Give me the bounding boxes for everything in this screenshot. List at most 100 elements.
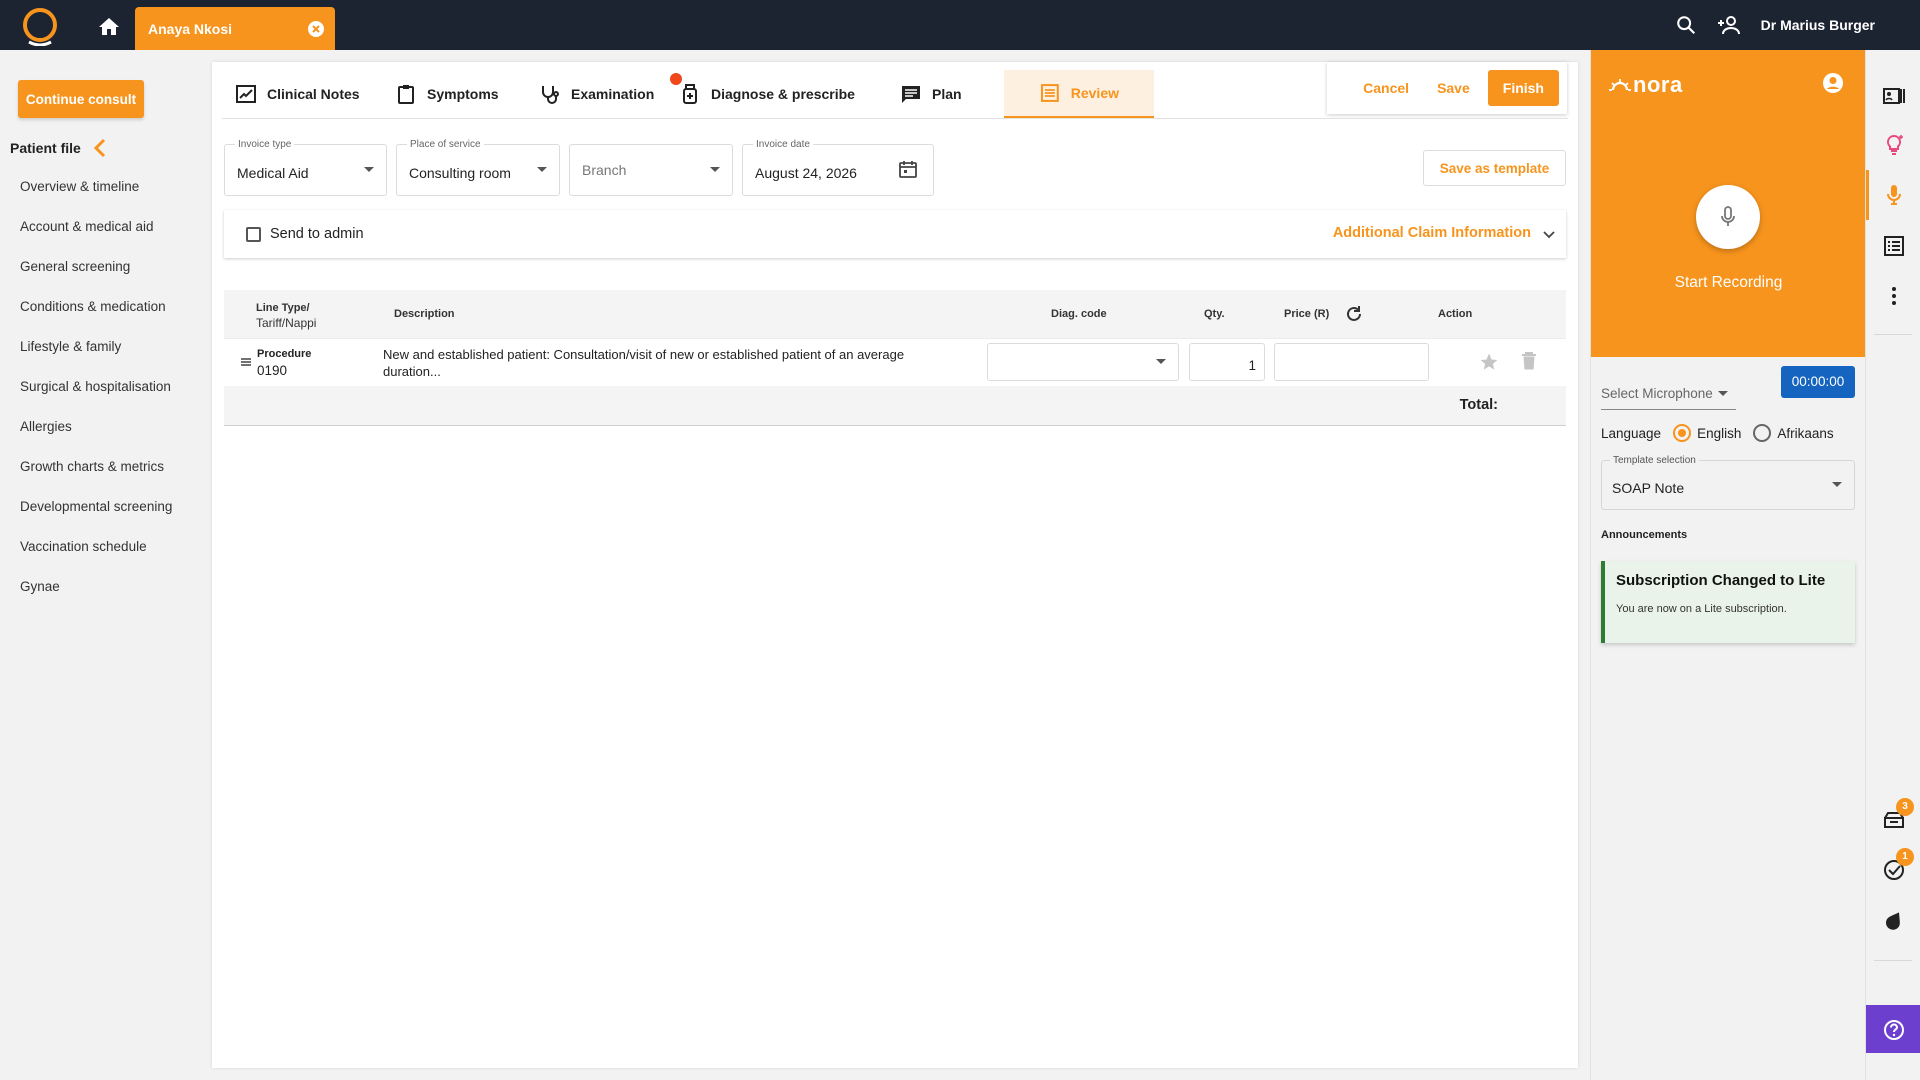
start-recording-label: Start Recording — [1674, 274, 1783, 291]
continue-consult-button[interactable]: Continue consult — [18, 80, 144, 118]
close-tab-icon[interactable] — [307, 20, 325, 38]
save-as-template-button[interactable]: Save as template — [1423, 150, 1566, 186]
drag-handle-icon[interactable] — [240, 357, 252, 367]
col-description: Description — [394, 308, 455, 320]
branch-select[interactable]: Branch — [569, 144, 733, 196]
line-type: Procedure — [257, 348, 312, 360]
tab-plan-label: Plan — [932, 86, 962, 102]
line-description-more: duration... — [383, 364, 441, 379]
invoice-type-select[interactable]: Invoice type Medical Aid — [224, 139, 387, 196]
sidebar-item-conditions[interactable]: Conditions & medication — [20, 297, 172, 337]
sunrise-icon — [1609, 79, 1631, 91]
tab-diagnose-prescribe[interactable]: Diagnose & prescribe — [679, 70, 855, 118]
id-card-icon[interactable] — [1882, 84, 1906, 108]
tasks-badge: 1 — [1896, 848, 1914, 866]
sidebar-item-allergies[interactable]: Allergies — [20, 417, 172, 457]
delete-icon[interactable] — [1520, 351, 1538, 371]
announcement-card: Subscription Changed to Lite You are now… — [1601, 561, 1855, 643]
template-selection-label: Template selection — [1610, 455, 1699, 466]
drop-icon[interactable] — [1882, 908, 1906, 932]
template-selection-dropdown[interactable]: Template selection SOAP Note — [1601, 455, 1855, 510]
save-button[interactable]: Save — [1427, 72, 1480, 104]
medicine-icon — [683, 84, 697, 104]
patient-file-label: Patient file — [10, 140, 81, 156]
sidebar-item-account[interactable]: Account & medical aid — [20, 217, 172, 257]
additional-claim-link[interactable]: Additional Claim Information — [1333, 225, 1531, 241]
tab-examination[interactable]: Examination — [539, 70, 654, 118]
calendar-icon[interactable] — [898, 159, 918, 179]
start-recording-button[interactable] — [1696, 185, 1760, 249]
tab-symptoms[interactable]: Symptoms — [395, 70, 499, 118]
nora-logo: nora — [1609, 72, 1683, 98]
col-diag-code: Diag. code — [1051, 308, 1107, 320]
sidebar-item-surgical[interactable]: Surgical & hospitalisation — [20, 377, 172, 417]
patient-file-nav: Overview & timeline Account & medical ai… — [20, 177, 172, 617]
chat-icon — [902, 86, 920, 103]
tab-review-label: Review — [1070, 85, 1119, 101]
tab-symptoms-label: Symptoms — [427, 86, 499, 102]
lightbulb-icon[interactable] — [1882, 133, 1906, 157]
col-price: Price (R) — [1284, 308, 1330, 320]
template-selection-value: SOAP Note — [1612, 480, 1685, 496]
send-to-admin-row: Send to admin Additional Claim Informati… — [224, 210, 1566, 258]
branch-placeholder: Branch — [582, 162, 627, 178]
price-input[interactable] — [1274, 343, 1429, 381]
send-to-admin-checkbox[interactable] — [246, 227, 261, 242]
sidebar-item-general-screening[interactable]: General screening — [20, 257, 172, 297]
sidebar-item-growth-charts[interactable]: Growth charts & metrics — [20, 457, 172, 497]
radio-english[interactable] — [1673, 424, 1692, 442]
language-selector: Language English Afrikaans — [1601, 424, 1834, 442]
patient-tab[interactable]: Anaya Nkosi — [135, 7, 335, 50]
add-user-icon[interactable] — [1717, 14, 1741, 36]
diag-code-select[interactable] — [987, 343, 1179, 381]
star-icon[interactable] — [1479, 352, 1499, 372]
finish-button[interactable]: Finish — [1487, 70, 1559, 106]
announcements-heading: Announcements — [1601, 529, 1688, 541]
sidebar-item-vaccination[interactable]: Vaccination schedule — [20, 537, 172, 577]
list-icon[interactable] — [1882, 234, 1906, 258]
qty-input[interactable]: 1 — [1189, 343, 1265, 381]
chevron-down-icon[interactable] — [1542, 228, 1556, 242]
invoice-date-field[interactable]: Invoice date August 24, 2026 — [742, 139, 934, 196]
sidebar-item-gynae[interactable]: Gynae — [20, 577, 172, 617]
sidebar-item-overview[interactable]: Overview & timeline — [20, 177, 172, 217]
caret-down-icon — [537, 167, 547, 172]
invoice-type-value: Medical Aid — [237, 165, 309, 181]
col-action: Action — [1438, 308, 1473, 320]
doctor-name[interactable]: Dr Marius Burger — [1761, 17, 1875, 33]
tab-review[interactable]: Review — [1004, 70, 1154, 118]
help-button[interactable] — [1866, 1005, 1920, 1053]
right-icon-rail: 3 1 — [1865, 50, 1920, 1080]
invoice-type-label: Invoice type — [235, 139, 295, 150]
announcement-body: You are now on a Lite subscription. — [1616, 603, 1787, 615]
chevron-left-icon[interactable] — [93, 138, 107, 158]
refresh-icon[interactable] — [1344, 304, 1364, 324]
more-vert-icon[interactable] — [1882, 284, 1906, 308]
tab-diagnose-label: Diagnose & prescribe — [711, 86, 855, 102]
review-list-icon — [1040, 84, 1059, 102]
microphone-icon[interactable] — [1882, 183, 1906, 207]
app-logo-icon[interactable] — [20, 6, 60, 46]
cancel-button[interactable]: Cancel — [1353, 72, 1419, 104]
sidebar-item-developmental[interactable]: Developmental screening — [20, 497, 172, 537]
patient-file-heading: Patient file — [10, 138, 107, 158]
total-label: Total: — [1459, 397, 1498, 413]
tab-clinical-notes[interactable]: Clinical Notes — [235, 70, 360, 118]
tab-plan[interactable]: Plan — [900, 70, 962, 118]
inbox-badge: 3 — [1896, 798, 1914, 816]
home-icon[interactable] — [97, 15, 121, 39]
nora-panel: nora Start Recording Select Microphone 0… — [1590, 50, 1866, 1080]
place-of-service-select[interactable]: Place of service Consulting room — [396, 139, 560, 196]
help-icon — [1884, 1020, 1904, 1040]
sidebar-item-lifestyle[interactable]: Lifestyle & family — [20, 337, 172, 377]
search-icon[interactable] — [1675, 14, 1697, 36]
select-microphone-dropdown[interactable]: Select Microphone — [1601, 376, 1736, 410]
qty-value: 1 — [1248, 358, 1256, 373]
tariff-code: 0190 — [257, 363, 288, 378]
clipboard-icon — [398, 85, 414, 104]
recording-timer: 00:00:00 — [1781, 366, 1855, 398]
nora-header: nora Start Recording — [1591, 50, 1866, 357]
radio-afrikaans[interactable] — [1753, 424, 1772, 442]
send-to-admin-label: Send to admin — [270, 226, 364, 242]
user-account-icon[interactable] — [1822, 72, 1844, 94]
